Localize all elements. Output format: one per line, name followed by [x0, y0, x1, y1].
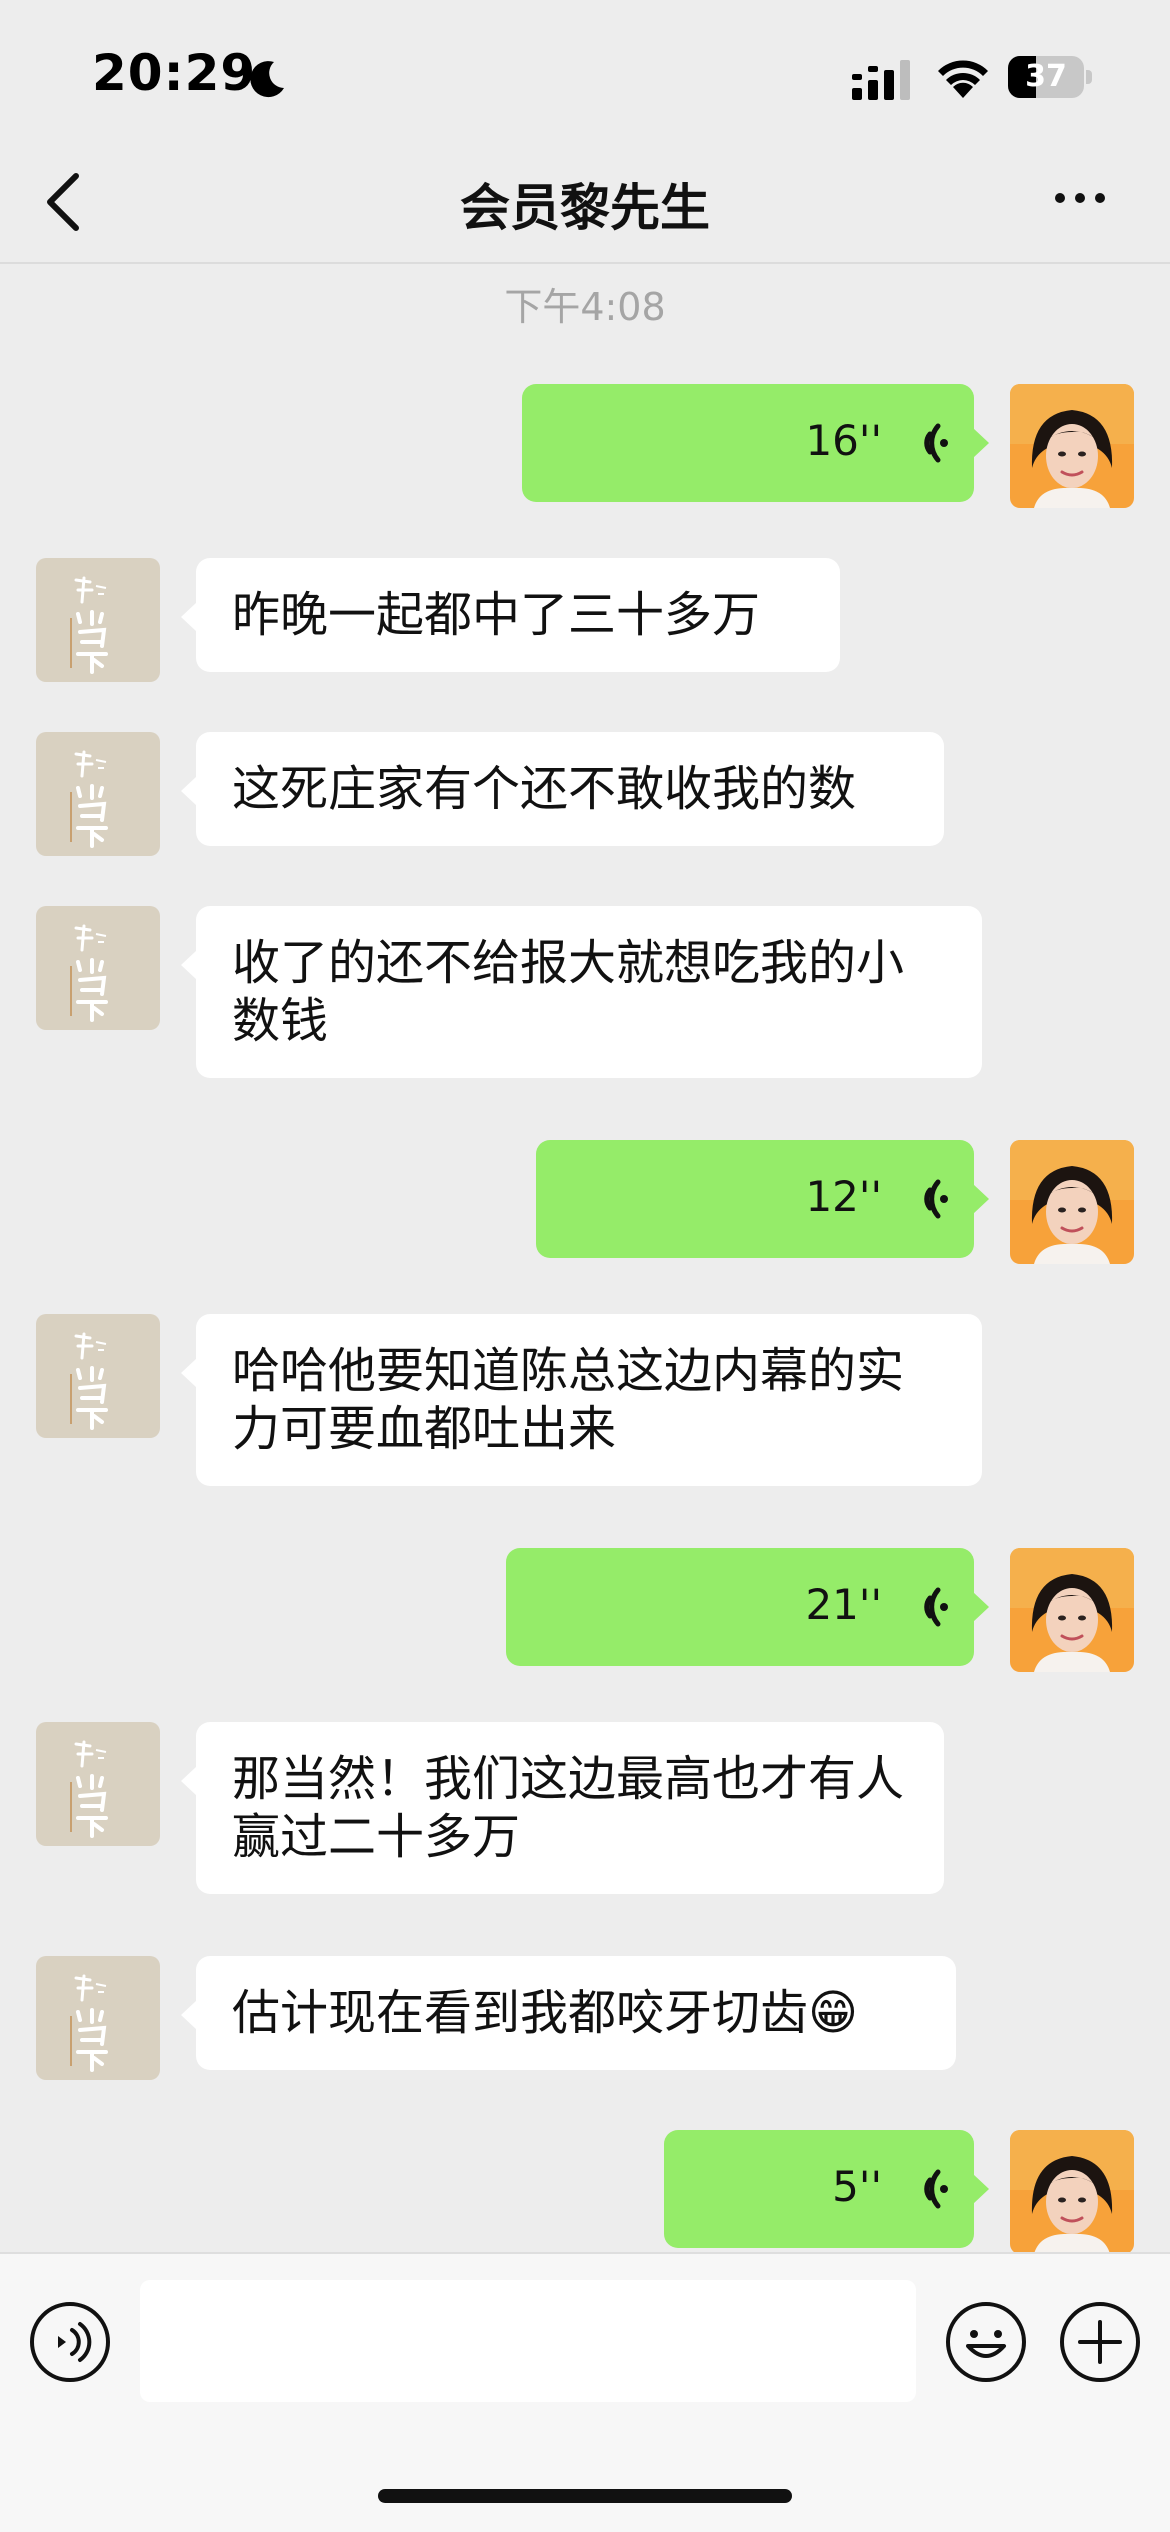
my-avatar[interactable]	[1010, 1548, 1134, 1672]
contact-avatar[interactable]	[36, 732, 160, 856]
plus-icon[interactable]	[1058, 2300, 1142, 2384]
text-message-bubble[interactable]: 收了的还不给报大就想吃我的小数钱	[181, 906, 982, 1078]
contact-avatar[interactable]	[36, 1956, 160, 2080]
text-message-bubble[interactable]: 哈哈他要知道陈总这边内幕的实力可要血都吐出来	[181, 1314, 982, 1486]
more-icon[interactable]	[1050, 178, 1110, 218]
voice-wave-icon	[902, 1582, 948, 1632]
contact-avatar[interactable]	[36, 558, 160, 682]
voice-duration: 12''	[805, 1172, 882, 1221]
contact-avatar[interactable]	[36, 906, 160, 1030]
voice-wave-icon	[902, 418, 948, 468]
my-avatar[interactable]	[1010, 1140, 1134, 1264]
voice-message-bubble[interactable]: 21''	[506, 1548, 989, 1666]
wifi-icon	[938, 60, 988, 98]
text-message-bubble[interactable]: 那当然！我们这边最高也才有人赢过二十多万	[181, 1722, 944, 1894]
home-indicator	[378, 2489, 792, 2503]
voice-wave-icon	[902, 1174, 948, 1224]
text-message-bubble[interactable]: 估计现在看到我都咬牙切齿😁	[181, 1956, 956, 2070]
voice-duration: 5''	[832, 2162, 882, 2211]
contact-avatar[interactable]	[36, 1722, 160, 1846]
input-bar	[0, 2252, 1170, 2532]
voice-message-bubble[interactable]: 16''	[522, 384, 989, 502]
voice-message-bubble[interactable]: 12''	[536, 1140, 989, 1258]
status-time: 20:29	[92, 44, 257, 102]
back-icon[interactable]	[40, 170, 90, 234]
voice-duration: 21''	[805, 1580, 882, 1629]
voice-duration: 16''	[805, 416, 882, 465]
message-input[interactable]	[140, 2280, 916, 2402]
nav-bar: 会员黎先生	[0, 140, 1170, 264]
voice-wave-icon	[902, 2164, 948, 2214]
emoji-icon[interactable]	[944, 2300, 1028, 2384]
battery-icon: 37	[1008, 56, 1092, 98]
chat-screen: 20:29 37 会员黎先生 下午4:08 16'' 昨晚一起都中了三十多万 这…	[0, 0, 1170, 2532]
text-message-bubble[interactable]: 这死庄家有个还不敢收我的数	[181, 732, 944, 846]
text-message-bubble[interactable]: 昨晚一起都中了三十多万	[181, 558, 840, 672]
battery-level: 37	[1025, 59, 1067, 94]
message-timestamp: 下午4:08	[504, 285, 666, 329]
signal-icon	[852, 60, 910, 100]
status-bar: 20:29 37	[0, 0, 1170, 140]
my-avatar[interactable]	[1010, 2130, 1134, 2254]
moon-icon	[250, 61, 284, 98]
contact-avatar[interactable]	[36, 1314, 160, 1438]
voice-input-icon[interactable]	[28, 2300, 112, 2384]
voice-message-bubble[interactable]: 5''	[664, 2130, 989, 2248]
chat-title: 会员黎先生	[460, 179, 710, 237]
my-avatar[interactable]	[1010, 384, 1134, 508]
